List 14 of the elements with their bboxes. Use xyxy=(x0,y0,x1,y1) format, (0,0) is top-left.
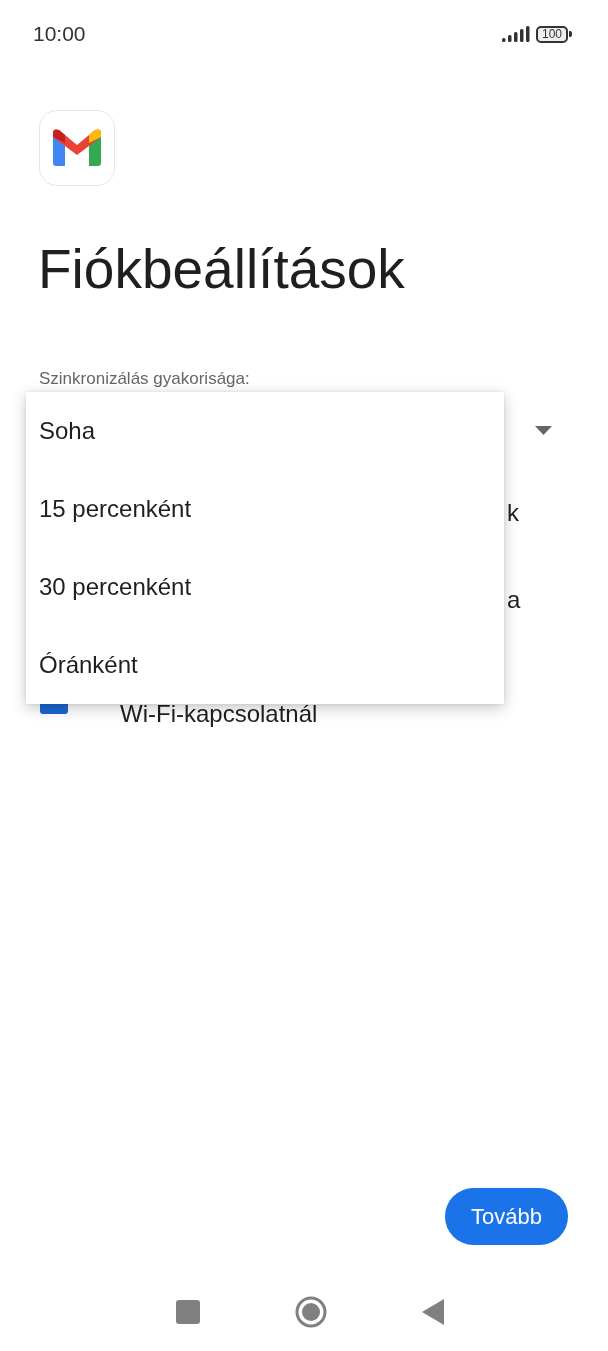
clock: 10:00 xyxy=(33,22,86,46)
field-label: Szinkronizálás gyakorisága: xyxy=(39,368,250,390)
back-icon[interactable] xyxy=(422,1298,444,1325)
next-button[interactable]: Tovább xyxy=(445,1188,568,1245)
option-text: a xyxy=(507,585,521,614)
option-text: k xyxy=(507,498,519,527)
signal-icon xyxy=(501,26,530,42)
menu-item[interactable]: 30 percenként xyxy=(26,548,504,626)
page-title: Fiókbeállítások xyxy=(38,237,406,302)
menu-item[interactable]: 15 percenként xyxy=(26,470,504,548)
recents-icon[interactable] xyxy=(176,1299,200,1324)
menu-item[interactable]: Soha xyxy=(26,392,504,470)
home-icon[interactable] xyxy=(295,1295,327,1328)
dropdown-arrow-icon[interactable] xyxy=(535,425,552,435)
